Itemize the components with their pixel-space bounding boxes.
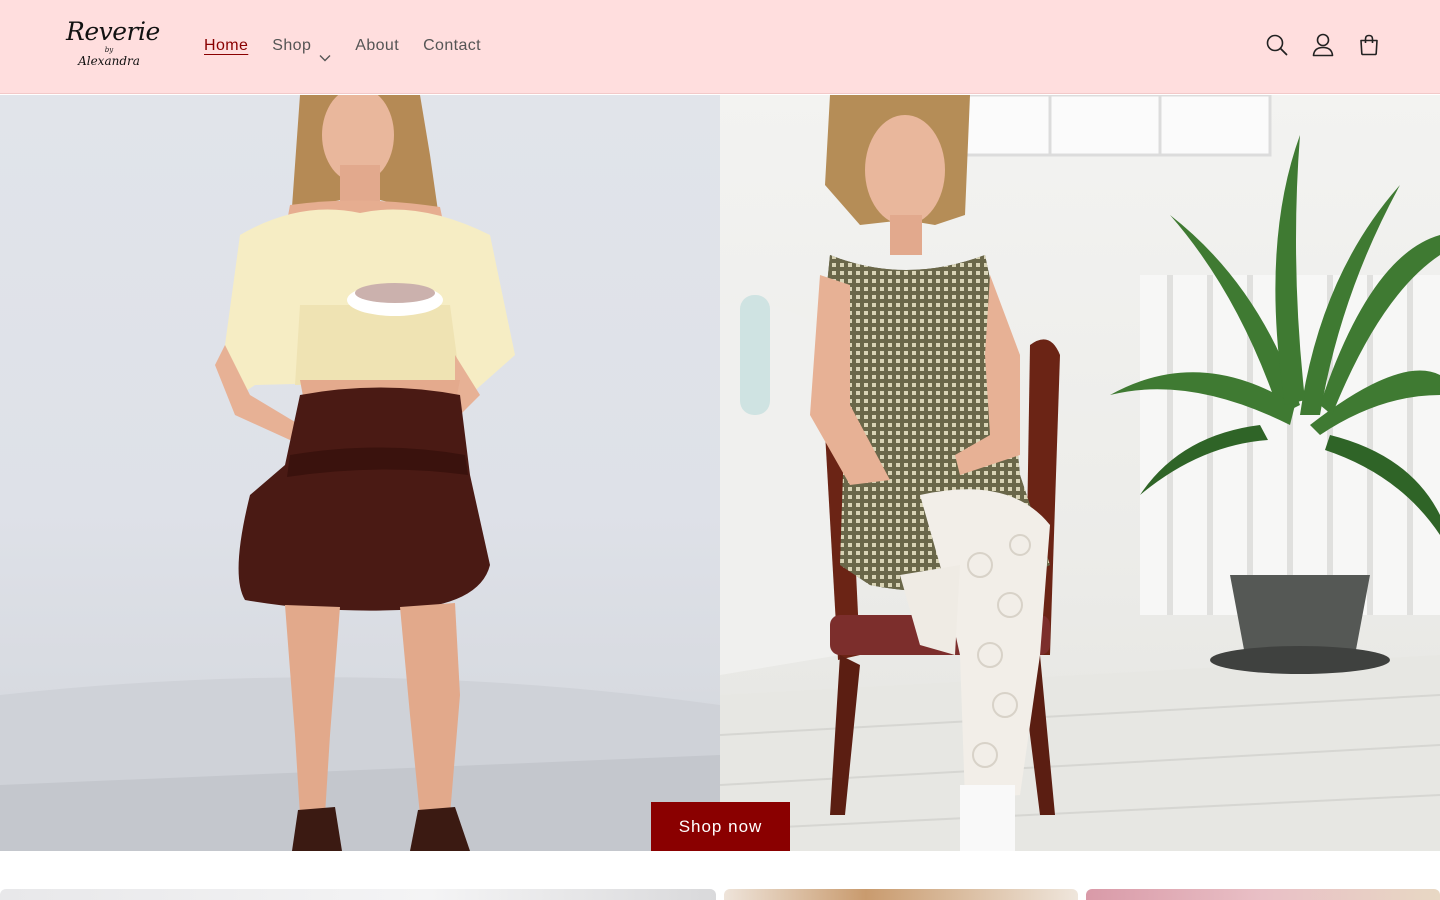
logo-main-text: Reverie (66, 17, 160, 46)
hero-image-left[interactable] (0, 95, 720, 851)
shop-now-button[interactable]: Shop now (651, 802, 790, 851)
logo-by-text: by (104, 46, 114, 54)
collection-cards-strip (0, 889, 1440, 900)
model-photo-right (720, 95, 1440, 851)
brand-logo[interactable]: Reverie by Alexandra (66, 17, 160, 74)
search-button[interactable] (1254, 24, 1300, 70)
nav-item-label: Shop (272, 37, 312, 54)
hero-image-right[interactable] (720, 95, 1440, 851)
nav-item-label: Contact (423, 37, 482, 54)
header-icons (1254, 24, 1392, 70)
cart-icon (1358, 34, 1380, 60)
model-photo-left (0, 95, 720, 851)
nav-item-label: About (355, 37, 400, 54)
collection-card[interactable] (1086, 889, 1440, 900)
chevron-down-icon (319, 42, 331, 62)
account-button[interactable] (1300, 24, 1346, 70)
hero-banner: Shop now (0, 95, 1440, 851)
account-icon (1312, 33, 1334, 61)
site-header: Reverie by Alexandra Home Shop About Con… (0, 0, 1440, 94)
nav-item-label: Home (204, 37, 249, 54)
collection-card[interactable] (0, 889, 716, 900)
nav-item-contact[interactable]: Contact (411, 30, 493, 62)
nav-item-home[interactable]: Home (192, 30, 260, 62)
nav-item-shop[interactable]: Shop (260, 30, 343, 62)
search-icon (1266, 34, 1288, 60)
main-nav: Home Shop About Contact (192, 30, 493, 62)
collection-card[interactable] (724, 889, 1078, 900)
nav-item-about[interactable]: About (343, 30, 411, 62)
logo-sub-text: Alexandra (78, 54, 140, 68)
cart-button[interactable] (1346, 24, 1392, 70)
